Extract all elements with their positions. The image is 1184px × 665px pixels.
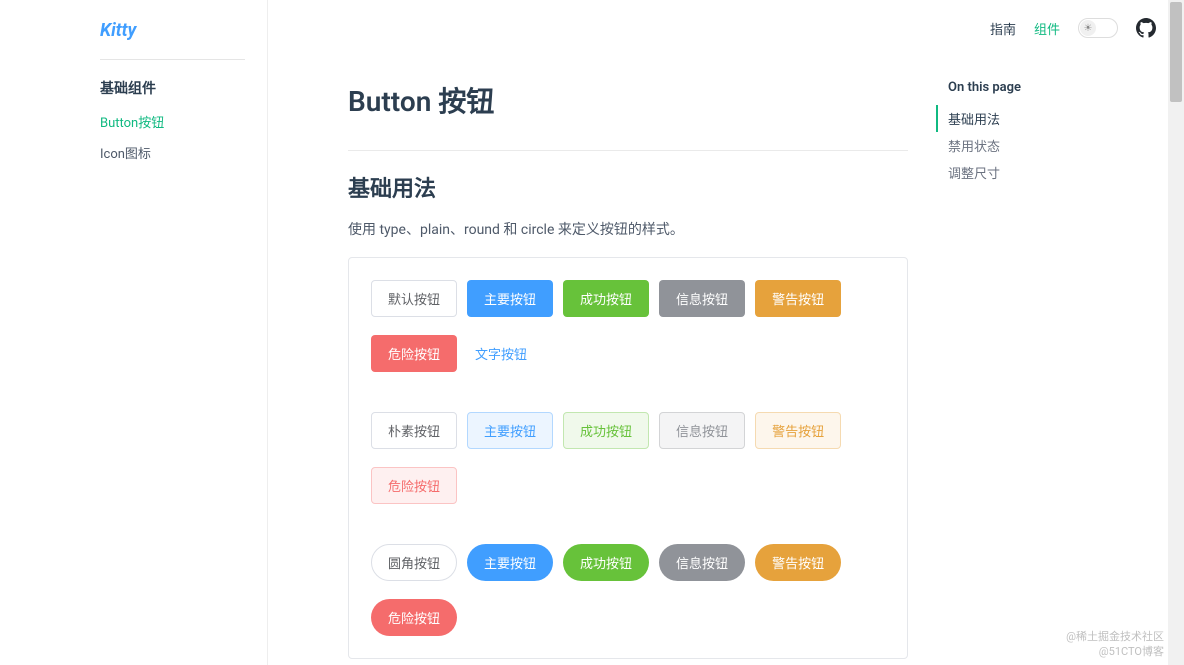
toc-item[interactable]: 基础用法 bbox=[936, 105, 1108, 132]
nav-guide[interactable]: 指南 bbox=[990, 19, 1016, 38]
scrollbar[interactable] bbox=[1168, 0, 1184, 665]
github-icon[interactable] bbox=[1136, 18, 1156, 38]
button-primary[interactable]: 主要按钮 bbox=[467, 280, 553, 317]
toc: On this page 基础用法 禁用状态 调整尺寸 bbox=[948, 56, 1108, 665]
button-round-danger[interactable]: 危险按钮 bbox=[371, 599, 457, 636]
nav-components[interactable]: 组件 bbox=[1034, 19, 1060, 38]
button-round-success[interactable]: 成功按钮 bbox=[563, 544, 649, 581]
theme-toggle[interactable]: ☀ bbox=[1078, 18, 1118, 38]
scrollbar-thumb[interactable] bbox=[1170, 2, 1182, 102]
button-warning[interactable]: 警告按钮 bbox=[755, 280, 841, 317]
button-success[interactable]: 成功按钮 bbox=[563, 280, 649, 317]
toc-item[interactable]: 禁用状态 bbox=[936, 132, 1108, 159]
page-title: Button 按钮 bbox=[348, 80, 908, 120]
toc-item[interactable]: 调整尺寸 bbox=[936, 159, 1108, 186]
button-text[interactable]: 文字按钮 bbox=[467, 335, 535, 372]
brand-logo[interactable]: Kitty bbox=[0, 20, 267, 59]
topbar: 指南 组件 ☀ bbox=[268, 0, 1184, 56]
button-plain-danger[interactable]: 危险按钮 bbox=[371, 467, 457, 504]
sidebar: Kitty 基础组件 Button按钮 Icon图标 bbox=[0, 0, 268, 665]
demo-box: 默认按钮 主要按钮 成功按钮 信息按钮 警告按钮 危险按钮 文字按钮 朴素按钮 … bbox=[348, 257, 908, 659]
sidebar-item-button[interactable]: Button按钮 bbox=[0, 106, 267, 137]
button-info[interactable]: 信息按钮 bbox=[659, 280, 745, 317]
button-plain-success[interactable]: 成功按钮 bbox=[563, 412, 649, 449]
button-round-primary[interactable]: 主要按钮 bbox=[467, 544, 553, 581]
watermark: @稀土掘金技术社区 @51CTO博客 bbox=[1066, 630, 1164, 659]
button-plain-default[interactable]: 朴素按钮 bbox=[371, 412, 457, 449]
sidebar-item-icon[interactable]: Icon图标 bbox=[0, 137, 267, 168]
toc-title: On this page bbox=[948, 80, 1108, 95]
sun-icon: ☀ bbox=[1080, 20, 1096, 36]
button-round-default[interactable]: 圆角按钮 bbox=[371, 544, 457, 581]
divider bbox=[100, 59, 245, 60]
button-danger[interactable]: 危险按钮 bbox=[371, 335, 457, 372]
button-default[interactable]: 默认按钮 bbox=[371, 280, 457, 317]
content: Button 按钮 基础用法 使用 type、plain、round 和 cir… bbox=[348, 56, 908, 665]
button-plain-primary[interactable]: 主要按钮 bbox=[467, 412, 553, 449]
button-plain-info[interactable]: 信息按钮 bbox=[659, 412, 745, 449]
button-plain-warning[interactable]: 警告按钮 bbox=[755, 412, 841, 449]
section-description: 使用 type、plain、round 和 circle 来定义按钮的样式。 bbox=[348, 219, 908, 239]
button-round-info[interactable]: 信息按钮 bbox=[659, 544, 745, 581]
sidebar-group-title: 基础组件 bbox=[0, 70, 267, 106]
main: 指南 组件 ☀ Button 按钮 基础用法 使用 type、plain、rou… bbox=[268, 0, 1184, 665]
section-title: 基础用法 bbox=[348, 171, 908, 203]
divider bbox=[348, 150, 908, 151]
button-round-warning[interactable]: 警告按钮 bbox=[755, 544, 841, 581]
